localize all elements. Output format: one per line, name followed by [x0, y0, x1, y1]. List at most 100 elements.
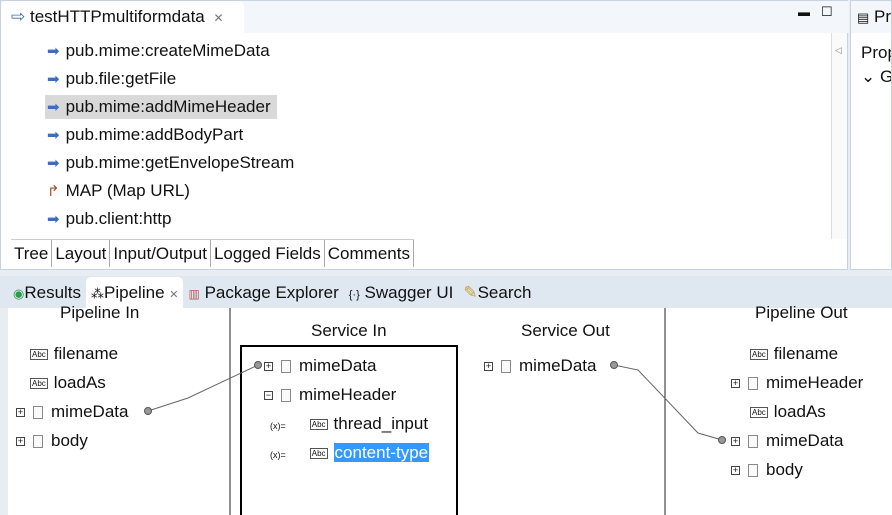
- link-dot: [610, 361, 618, 369]
- properties-tab[interactable]: ▤ Pr: [851, 1, 891, 33]
- pipeline-out-field[interactable]: + body: [731, 460, 803, 480]
- field-label: filename: [773, 344, 839, 363]
- properties-tab-label: Pr: [874, 7, 892, 26]
- general-section[interactable]: ⌄ Ge: [851, 63, 891, 87]
- tab-layout[interactable]: Layout: [52, 240, 111, 267]
- pipeline-icon: ⁂: [91, 286, 105, 301]
- tab-search[interactable]: ✎Search: [458, 277, 536, 308]
- service-in-field[interactable]: − mimeHeader: [264, 385, 396, 405]
- document-icon: [33, 406, 43, 420]
- step-label: pub.mime:addBodyPart: [65, 125, 244, 144]
- document-icon: [281, 389, 291, 403]
- tab-tree[interactable]: Tree: [11, 240, 53, 267]
- tab-logged-fields[interactable]: Logged Fields: [211, 240, 325, 267]
- string-icon: Abc: [30, 349, 48, 361]
- pipeline-editor: Pipeline In Service In Service Out Pipel…: [8, 303, 892, 515]
- tab-label: Swagger UI: [364, 283, 454, 302]
- results-icon: ◉: [13, 286, 25, 301]
- tab-comments[interactable]: Comments: [325, 240, 414, 267]
- editor-title: testHTTPmultiformdata: [29, 7, 205, 26]
- document-icon: [33, 435, 43, 449]
- service-out-header: Service Out: [521, 321, 610, 340]
- invoke-arrow-icon: ➡: [47, 99, 60, 116]
- tab-label: Results: [24, 283, 82, 302]
- pipeline-out-field[interactable]: Abc loadAs: [750, 402, 826, 422]
- pipeline-in-header: Pipeline In: [60, 303, 140, 322]
- maximize-button[interactable]: ☐: [821, 4, 833, 20]
- step-row[interactable]: ➡ pub.file:getFile: [45, 67, 182, 91]
- field-label: mimeHeader: [299, 385, 397, 404]
- tab-label: Pipeline: [104, 283, 165, 302]
- editor-panel: ⇨ testHTTPmultiformdata ✕ ▬ ☐ ➡ pub.mime:…: [0, 0, 849, 270]
- flow-service-icon: ⇨: [11, 7, 26, 26]
- field-label: mimeData: [51, 402, 129, 421]
- pipeline-in-field[interactable]: Abc filename: [30, 344, 118, 364]
- expand-icon[interactable]: +: [264, 362, 273, 372]
- close-icon[interactable]: ✕: [213, 11, 223, 25]
- step-row[interactable]: ➡ pub.mime:createMimeData: [45, 39, 276, 63]
- tab-input-output[interactable]: Input/Output: [110, 240, 211, 267]
- field-label: loadAs: [773, 402, 826, 421]
- set-value-icon[interactable]: (x)=: [270, 421, 286, 431]
- string-icon: Abc: [750, 349, 768, 361]
- tab-swagger-ui[interactable]: {·} Swagger UI: [344, 277, 459, 308]
- scroll-left-arrow-icon[interactable]: ◁: [835, 45, 842, 56]
- expand-icon[interactable]: +: [731, 437, 740, 447]
- step-label: pub.mime:addMimeHeader: [65, 97, 271, 116]
- field-label: loadAs: [53, 373, 106, 392]
- pipeline-out-field[interactable]: Abc filename: [750, 344, 838, 364]
- service-out-field[interactable]: + mimeData: [484, 356, 596, 376]
- close-icon[interactable]: ✕: [169, 289, 178, 301]
- vertical-scrollbar[interactable]: ◁: [831, 33, 847, 239]
- tab-package-explorer[interactable]: ▥ Package Explorer: [183, 277, 343, 308]
- minimize-button[interactable]: ▬: [798, 5, 810, 19]
- string-icon: Abc: [309, 448, 328, 460]
- service-in-field-selected[interactable]: (x)= Abc content-type: [270, 443, 430, 463]
- chevron-down-icon: ⌄: [861, 67, 876, 86]
- step-row[interactable]: ↱ MAP (Map URL): [45, 179, 196, 203]
- document-icon: [748, 464, 758, 478]
- expand-icon[interactable]: +: [16, 437, 25, 447]
- properties-label: Prop: [861, 43, 891, 62]
- document-icon: [748, 377, 758, 391]
- expand-icon[interactable]: +: [731, 379, 740, 389]
- pipeline-in-field[interactable]: Abc loadAs: [30, 373, 106, 393]
- expand-icon[interactable]: +: [731, 466, 740, 476]
- pipeline-out-header: Pipeline Out: [755, 303, 848, 322]
- document-icon: [501, 360, 511, 374]
- step-label: pub.mime:getEnvelopeStream: [65, 153, 295, 172]
- step-row[interactable]: ➡ pub.client:http: [45, 207, 177, 231]
- step-row-selected[interactable]: ➡ pub.mime:addMimeHeader: [45, 95, 277, 119]
- properties-icon: ▤: [857, 10, 870, 25]
- link-dot: [254, 361, 262, 369]
- collapse-icon[interactable]: −: [264, 391, 273, 401]
- pipeline-out-field[interactable]: + mimeData: [731, 431, 843, 451]
- expand-icon[interactable]: +: [484, 362, 493, 372]
- section-label: Ge: [879, 67, 892, 86]
- link-mimeData-out: [613, 364, 723, 441]
- editor-tab[interactable]: ⇨ testHTTPmultiformdata ✕: [1, 1, 244, 33]
- step-label: pub.mime:createMimeData: [65, 41, 270, 60]
- tab-label: Search: [477, 283, 532, 302]
- set-value-icon[interactable]: (x)=: [270, 450, 286, 460]
- document-icon: [748, 435, 758, 449]
- step-row[interactable]: ➡ pub.mime:getEnvelopeStream: [45, 151, 300, 175]
- link-dot: [144, 407, 152, 415]
- editor-bottom-tabs: Tree Layout Input/Output Logged Fields C…: [11, 239, 414, 267]
- step-label: pub.file:getFile: [65, 69, 177, 88]
- package-explorer-icon: ▥: [188, 287, 200, 301]
- pipeline-in-field[interactable]: + body: [16, 431, 88, 451]
- field-label: body: [51, 431, 88, 450]
- field-label: content-type: [333, 443, 430, 462]
- pipeline-in-field[interactable]: + mimeData: [16, 402, 128, 422]
- invoke-arrow-icon: ➡: [47, 43, 60, 60]
- string-icon: Abc: [30, 378, 48, 390]
- expand-icon[interactable]: +: [16, 408, 25, 418]
- service-in-field[interactable]: + mimeData: [264, 356, 376, 376]
- step-row[interactable]: ➡ pub.mime:addBodyPart: [45, 123, 249, 147]
- service-in-field[interactable]: (x)= Abc thread_input: [270, 414, 428, 434]
- pipeline-out-field[interactable]: + mimeHeader: [731, 373, 863, 393]
- step-label: MAP (Map URL): [65, 181, 190, 200]
- field-label: body: [766, 460, 803, 479]
- map-icon: ↱: [47, 183, 60, 200]
